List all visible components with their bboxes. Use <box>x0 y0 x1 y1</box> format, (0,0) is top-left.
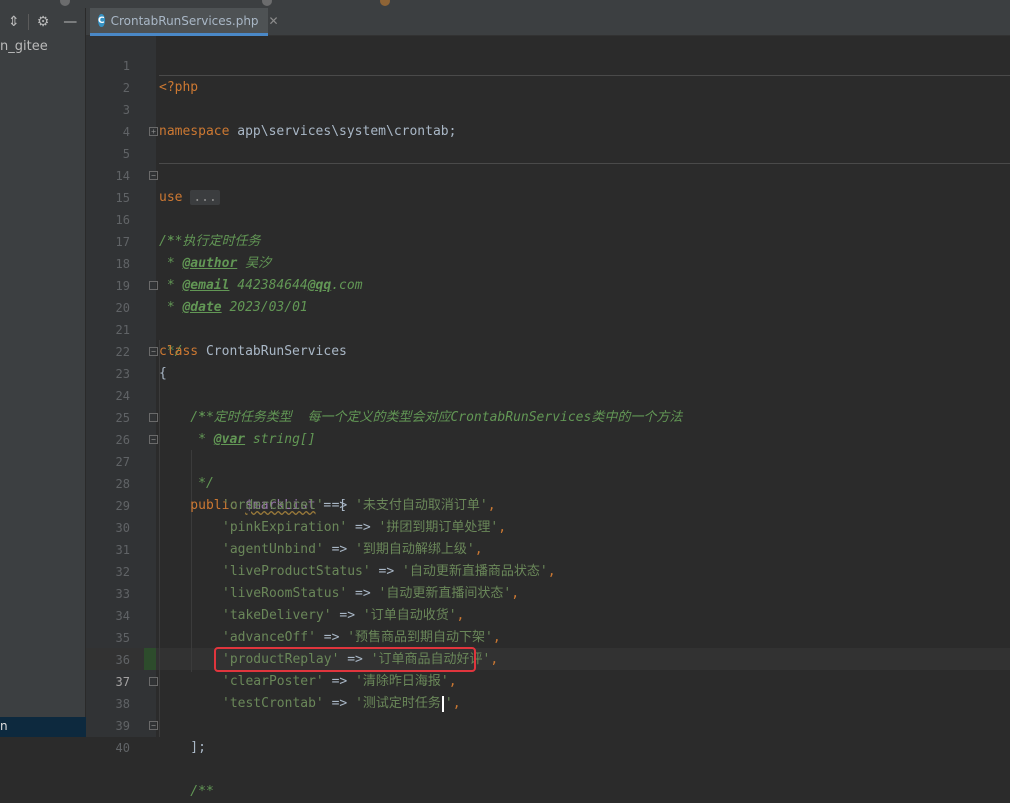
code-line: 30 'agentUnbind' => '到期自动解绑上级', <box>86 495 1010 557</box>
tree-row-label: n <box>0 719 8 733</box>
code-line: 14 <box>86 143 1010 183</box>
code-line: 39 <box>86 693 1010 733</box>
code-line: 2 <box>86 55 1010 95</box>
code-line: 35 'productReplay' => '订单商品自动好评', <box>86 605 1010 667</box>
fold-end-icon[interactable] <box>149 413 158 422</box>
code-line: 28 'orderCancel' => '未支付自动取消订单', <box>86 451 1010 513</box>
code-line: 25 * @var string[] <box>86 385 1010 447</box>
code-line: 31 'liveProductStatus' => '自动更新直播商品状态', <box>86 517 1010 579</box>
selected-tree-row[interactable]: n <box>0 717 86 737</box>
collapse-all-icon[interactable]: ⇕ <box>8 14 20 30</box>
code-line: 33 'takeDelivery' => '订单自动收货', <box>86 561 1010 623</box>
code-line: 27 − public $markList = [ <box>86 429 1010 513</box>
breadcrumb-icon <box>60 0 70 6</box>
code-line: 32 'liveRoomStatus' => '自动更新直播间状态', <box>86 539 1010 601</box>
code-line: 16 * 执行定时任务 <box>86 187 1010 249</box>
code-line: 3 namespace app\services\system\crontab; <box>86 77 1010 139</box>
code-line: 18 * @email 442384644@qq.com <box>86 231 1010 293</box>
minus-icon[interactable]: — <box>63 14 77 30</box>
project-panel: ⇕ ⚙ — n_gitee n <box>0 8 86 737</box>
code-line: 1 <?php <box>86 33 1010 95</box>
project-toolbar: ⇕ ⚙ — <box>0 8 85 36</box>
code-line: 22 { <box>86 319 1010 381</box>
fold-end-icon[interactable] <box>149 677 158 686</box>
fold-expand-icon[interactable]: + <box>149 127 158 136</box>
tab-label: CrontabRunServices.php <box>110 13 259 28</box>
code-line: 29 'pinkExpiration' => '拼团到期订单处理', <box>86 473 1010 535</box>
toolbar-divider <box>27 14 29 30</box>
code-line: 19 * @date 2023/03/01 <box>86 253 1010 315</box>
code-line: 23 − /** <box>86 341 1010 425</box>
breadcrumb-icon <box>262 0 272 6</box>
fold-collapse-icon[interactable]: − <box>149 435 158 444</box>
project-tree-item[interactable]: n_gitee <box>0 39 48 54</box>
code-line: 15 − /** <box>86 165 1010 249</box>
code-line: 26 */ <box>86 407 1010 491</box>
tab-crontab-run-services[interactable]: C CrontabRunServices.php ✕ <box>90 8 279 36</box>
fold-collapse-icon[interactable]: − <box>149 721 158 730</box>
code-line: 40 − /** <box>86 715 1010 799</box>
line-number: 40 <box>115 741 130 755</box>
editor-tabbar: C CrontabRunServices.php ✕ <box>86 8 1010 36</box>
gear-icon[interactable]: ⚙ <box>37 14 50 30</box>
code-line: 21 class CrontabRunServices <box>86 297 1010 359</box>
window-top-strip <box>0 0 1010 8</box>
code-line: 38 ]; <box>86 671 1010 755</box>
code-line: 20 */ <box>86 275 1010 359</box>
breadcrumb-icon <box>380 0 390 6</box>
php-class-icon: C <box>98 14 105 27</box>
code-line: 34 'advanceOff' => '预售商品到期自动下架', <box>86 583 1010 645</box>
fold-end-icon[interactable] <box>149 281 158 290</box>
fold-collapse-icon[interactable]: − <box>149 347 158 356</box>
fold-collapse-icon[interactable]: − <box>149 171 158 180</box>
close-icon[interactable]: ✕ <box>269 14 279 28</box>
code-line: 5 + use ... <box>86 121 1010 205</box>
annotation-highlight-box <box>214 647 476 672</box>
code-text: /** <box>159 784 214 799</box>
code-line: 17 * @author 吴汐 <box>86 209 1010 271</box>
code-line: 36 'clearPoster' => '清除昨日海报', <box>86 627 1010 689</box>
code-line: 24 * 定时任务类型 每一个定义的类型会对应CrontabRunService… <box>86 363 1010 425</box>
code-text: ]; <box>159 740 206 755</box>
code-line: 4 <box>86 99 1010 139</box>
